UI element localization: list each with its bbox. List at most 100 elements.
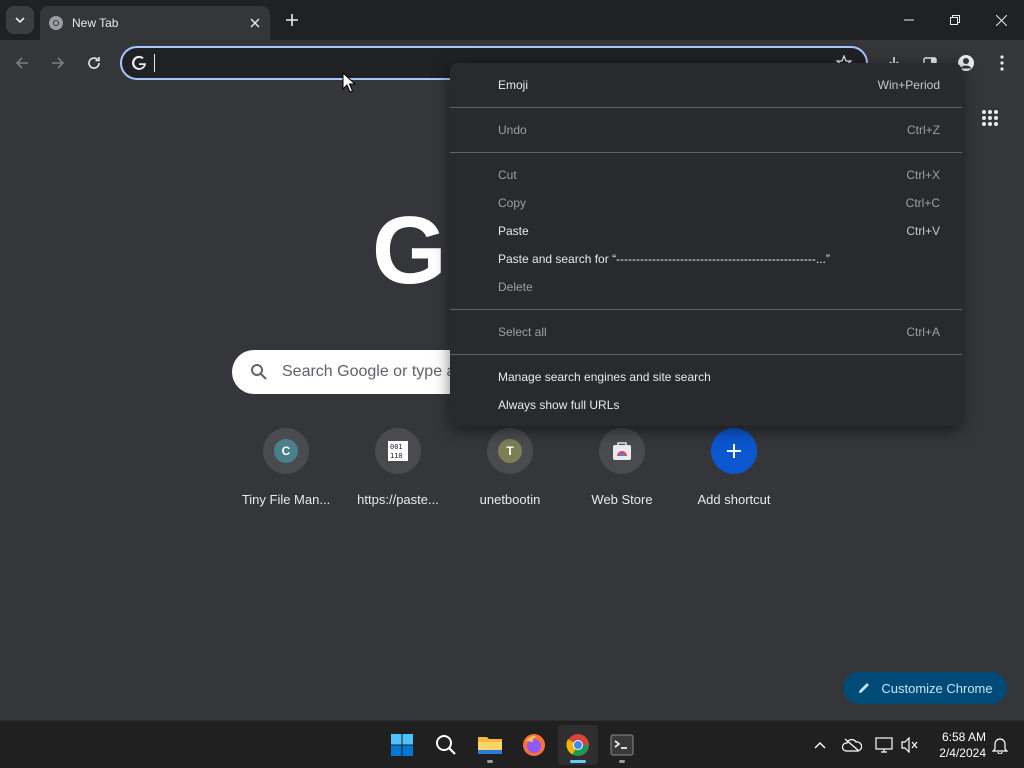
tab-search-button[interactable] (6, 6, 34, 34)
running-indicator (487, 760, 493, 763)
chrome-icon (566, 734, 589, 756)
clock-time: 6:58 AM (941, 730, 986, 744)
menu-item-select-all: Select all Ctrl+A (498, 325, 940, 339)
plus-icon (727, 444, 741, 458)
taskbar-clock[interactable]: 6:58 AM 2/4/2024 (926, 729, 986, 761)
new-tab-button[interactable] (280, 8, 304, 32)
chevron-up-icon (814, 742, 826, 749)
shortcut-icon-bg: C (263, 428, 309, 474)
start-button[interactable] (382, 725, 422, 765)
menu-item-delete: Delete (498, 280, 533, 294)
network-icon (875, 737, 893, 753)
menu-item-always-show-full-urls[interactable]: Always show full URLs (450, 391, 962, 419)
network-tray[interactable] (872, 733, 896, 757)
onedrive-tray[interactable] (840, 733, 864, 757)
apps-grid-icon (982, 110, 998, 126)
windows-taskbar: 6:58 AM 2/4/2024 (0, 720, 1024, 768)
shortcut-label: Tiny File Man... (241, 492, 331, 507)
window-close-button[interactable] (978, 0, 1024, 40)
menu-item-cut: Cut Ctrl+X (498, 168, 940, 182)
shortcut-icon-bg (599, 428, 645, 474)
shortcut-icon-bg: T (487, 428, 533, 474)
taskbar-terminal[interactable] (602, 725, 642, 765)
menu-separator (450, 354, 962, 355)
shortcut-tile[interactable]: Web Store (566, 428, 678, 518)
google-g-icon (132, 55, 146, 70)
shortcut-tile[interactable]: C Tiny File Man... (230, 428, 342, 518)
more-vert-icon (1000, 55, 1004, 71)
shortcut-label: Web Store (591, 492, 653, 507)
shortcut-label: unetbootin (479, 492, 541, 507)
pencil-icon (859, 683, 870, 693)
customize-chrome-label: Customize Chrome (881, 680, 993, 696)
menu-item-manage-search-engines[interactable]: Manage search engines and site search (450, 363, 962, 391)
google-apps-button[interactable] (976, 104, 1004, 132)
running-indicator (570, 760, 586, 763)
add-shortcut-tile[interactable]: Add shortcut (678, 428, 790, 518)
search-icon (436, 735, 456, 755)
volume-tray[interactable] (898, 733, 922, 757)
file-explorer-icon (478, 737, 502, 754)
reload-button[interactable] (80, 49, 108, 77)
taskbar-chrome[interactable] (558, 725, 598, 765)
reload-icon (88, 57, 100, 69)
volume-muted-icon (901, 737, 918, 753)
tab-strip: New Tab (0, 0, 1024, 40)
letter-avatar-icon: T (498, 439, 522, 463)
add-shortcut-bg (711, 428, 757, 474)
shortcut-label: Add shortcut (697, 492, 771, 507)
window-controls (886, 0, 1024, 40)
menu-separator (450, 309, 962, 310)
shortcut-tile[interactable]: T unetbootin (454, 428, 566, 518)
letter-avatar-icon: C (274, 439, 298, 463)
minimize-button[interactable] (886, 0, 932, 40)
menu-item-paste[interactable]: Paste Ctrl+V (450, 217, 962, 245)
google-logo: G (372, 197, 447, 304)
menu-separator (450, 107, 962, 108)
menu-item-copy: Copy Ctrl+C (498, 196, 940, 210)
menu-item-emoji[interactable]: Emoji Win+Period (450, 71, 962, 99)
menu-item-undo: Undo Ctrl+Z (498, 123, 940, 137)
restore-icon (950, 15, 960, 25)
mouse-cursor-icon (342, 72, 356, 93)
svg-text:001: 001 (390, 443, 403, 451)
shortcut-tile[interactable]: 001 110 https://paste... (342, 428, 454, 518)
chrome-menu-button[interactable] (988, 49, 1016, 77)
forward-button[interactable] (44, 49, 72, 77)
notification-center-button[interactable] (988, 733, 1012, 757)
forward-arrow-icon (52, 57, 65, 69)
shortcut-icon-bg: 001 110 (375, 428, 421, 474)
terminal-icon (610, 734, 634, 756)
customize-chrome-button[interactable]: Customize Chrome (843, 672, 1007, 704)
taskbar-firefox[interactable] (514, 725, 554, 765)
restore-button[interactable] (932, 0, 978, 40)
back-button[interactable] (8, 49, 36, 77)
back-arrow-icon (15, 57, 28, 69)
shortcuts-row: C Tiny File Man... 001 110 https://paste… (230, 428, 790, 518)
shortcut-label: https://paste... (357, 492, 439, 507)
svg-text:110: 110 (390, 452, 403, 460)
close-icon (250, 18, 260, 28)
show-hidden-icons-button[interactable] (808, 733, 832, 757)
tab-new-tab[interactable]: New Tab (40, 6, 270, 40)
search-icon (251, 364, 267, 380)
firefox-icon (523, 734, 545, 756)
taskbar-search-button[interactable] (426, 725, 466, 765)
notification-bell-icon (992, 738, 1008, 754)
binary-file-icon: 001 110 (388, 441, 408, 461)
running-indicator (619, 760, 625, 763)
clock-date: 2/4/2024 (939, 746, 986, 760)
menu-item-paste-and-search[interactable]: Paste and search for “------------------… (450, 245, 962, 273)
omnibox-context-menu: Emoji Win+Period Undo Ctrl+Z Cut Ctrl+X … (450, 63, 962, 426)
taskbar-file-explorer[interactable] (470, 725, 510, 765)
window-close-icon (995, 14, 1007, 26)
onedrive-icon (842, 738, 862, 752)
chrome-favicon (49, 16, 63, 30)
menu-separator (450, 152, 962, 153)
plus-icon (286, 14, 298, 26)
tab-close-button[interactable] (244, 12, 266, 34)
tab-search-icon (15, 17, 25, 24)
minimize-icon (904, 19, 914, 21)
windows-start-icon (391, 734, 413, 756)
web-store-icon (613, 442, 631, 460)
